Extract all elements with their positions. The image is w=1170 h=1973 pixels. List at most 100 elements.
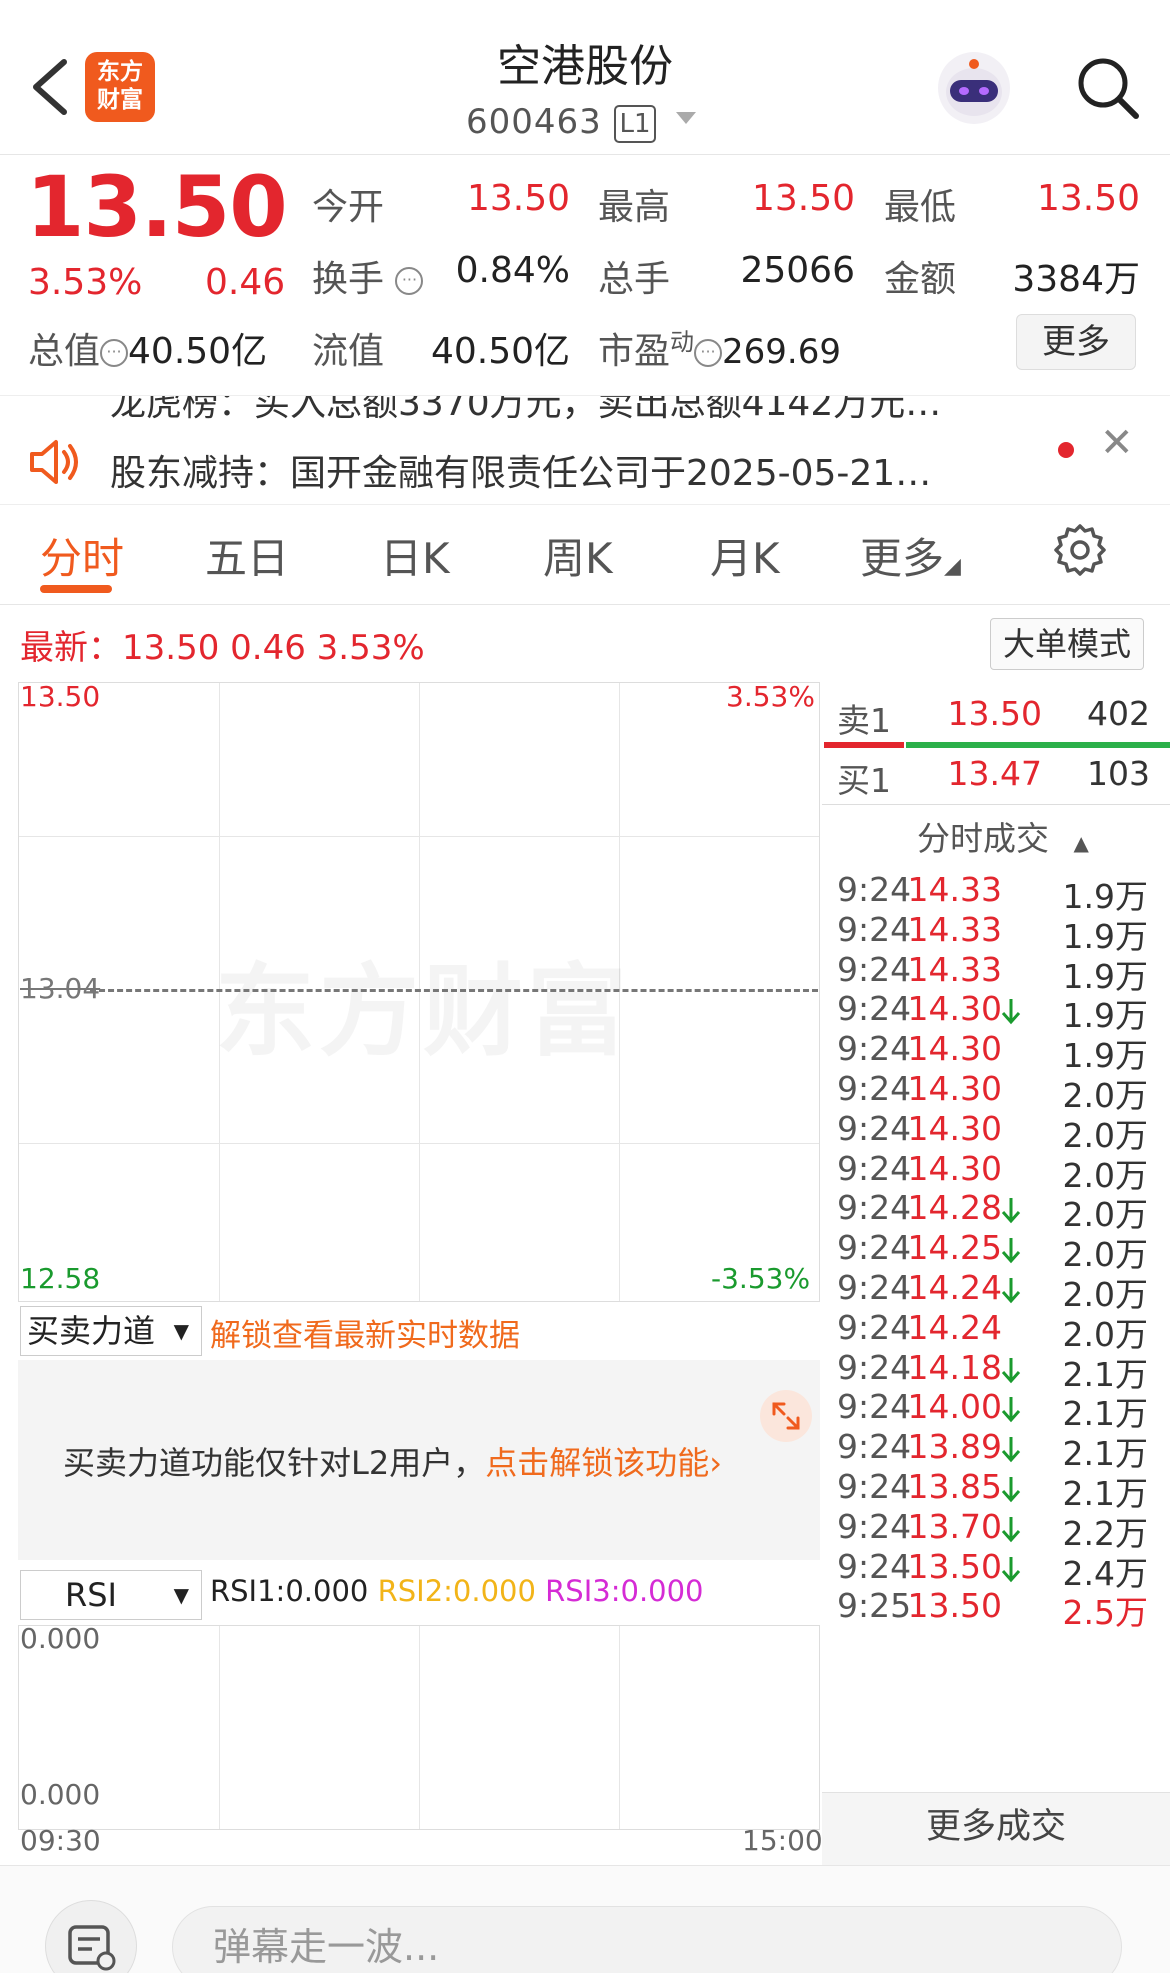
pe-label: 市盈动 ··· 269.69 bbox=[598, 322, 841, 374]
news-ticker[interactable]: 龙虎榜：买入总额3370万元，卖出总额4142万元… 股东减持：国开金融有限责任… bbox=[0, 395, 1170, 505]
mktcap-label: 总值 ··· 40.50亿 bbox=[28, 322, 267, 374]
ticks-header-label: 分时成交 bbox=[917, 819, 1049, 858]
down-arrow-icon bbox=[1001, 1238, 1021, 1264]
open-label: 今开 bbox=[312, 187, 385, 228]
expand-icon[interactable] bbox=[760, 1390, 812, 1442]
rsi2-value: RSI2:0.000 bbox=[377, 1574, 536, 1608]
rsi-select-label: RSI bbox=[65, 1576, 117, 1614]
buy-ratio-bar bbox=[906, 742, 1170, 748]
info-icon[interactable]: ··· bbox=[395, 267, 424, 295]
unlock-realtime-link[interactable]: 解锁查看最新实时数据 bbox=[210, 1310, 520, 1355]
tick-price: 14.30 bbox=[907, 989, 1002, 1029]
tab-intraday[interactable]: 分时 bbox=[40, 525, 124, 586]
tab-five-day[interactable]: 五日 bbox=[205, 525, 289, 586]
danmu-input[interactable]: 弹幕走一波... bbox=[172, 1906, 1122, 1973]
buy1-volume: 103 bbox=[1087, 754, 1150, 793]
amount-label: 金额 bbox=[884, 259, 957, 300]
mktcap-value: 40.50亿 bbox=[128, 331, 268, 372]
level-badge: L1 bbox=[614, 105, 656, 143]
latest-quote-line: 最新：13.50 0.46 3.53% bbox=[20, 628, 425, 668]
more-quote-button[interactable]: 更多 bbox=[1016, 314, 1136, 370]
unlock-feature-link[interactable]: 点击解锁该功能 bbox=[485, 1444, 709, 1482]
turnover-label: 换手 ··· bbox=[312, 250, 424, 302]
rsi1-value: RSI1:0.000 bbox=[210, 1574, 369, 1608]
rsi-chart[interactable] bbox=[18, 1625, 820, 1830]
tick-price: 14.28 bbox=[907, 1188, 1002, 1228]
tick-row: 9:25 13.50 2.5万 bbox=[822, 1586, 1162, 1636]
time-axis-start: 09:30 bbox=[20, 1824, 101, 1857]
rsi-axis-bottom: 0.000 bbox=[20, 1778, 101, 1811]
speaker-icon bbox=[28, 438, 82, 486]
down-arrow-icon bbox=[1001, 1556, 1021, 1582]
search-button[interactable] bbox=[1072, 52, 1142, 122]
big-order-mode-button[interactable]: 大单模式 bbox=[990, 618, 1144, 670]
turnover-value: 0.84% bbox=[455, 250, 570, 291]
caret-down-icon: ▼ bbox=[173, 1319, 189, 1343]
tick-price: 14.30 bbox=[907, 1148, 1002, 1188]
down-arrow-icon bbox=[1001, 1477, 1021, 1503]
tick-price: 14.18 bbox=[907, 1347, 1002, 1387]
pe-superscript: 动 bbox=[670, 328, 695, 356]
order-book-panel: 卖1 13.50 402 买1 13.47 103 分时成交 ▲ 9:24 14.… bbox=[822, 682, 1170, 1867]
sell-ratio-bar bbox=[824, 742, 904, 748]
high-value: 13.50 bbox=[751, 178, 855, 219]
tick-price: 14.24 bbox=[907, 1307, 1002, 1347]
divider bbox=[822, 804, 1170, 805]
sell1-label: 卖1 bbox=[837, 701, 891, 740]
tick-price: 13.89 bbox=[907, 1427, 1002, 1467]
back-button[interactable] bbox=[22, 52, 82, 122]
axis-bottom-price: 12.58 bbox=[20, 1262, 101, 1295]
sell1-price: 13.50 bbox=[947, 694, 1042, 733]
tick-price: 14.33 bbox=[907, 870, 1002, 909]
axis-bottom-percent: -3.53% bbox=[711, 1262, 811, 1295]
time-axis-end: 15:00 bbox=[742, 1824, 823, 1857]
caret-down-icon[interactable] bbox=[676, 112, 696, 124]
watermark: 东方财富 bbox=[215, 930, 631, 1075]
caret-down-icon: ▼ bbox=[173, 1583, 189, 1607]
tab-more[interactable]: 更多◢ bbox=[860, 525, 961, 586]
float-value: 40.50亿 bbox=[430, 331, 570, 372]
down-arrow-icon bbox=[1001, 1516, 1021, 1543]
chevron-right-icon: › bbox=[709, 1444, 723, 1482]
caret-up-icon: ▲ bbox=[1073, 831, 1089, 855]
danmu-settings-icon[interactable] bbox=[45, 1900, 137, 1973]
axis-top-price: 13.50 bbox=[20, 680, 101, 713]
robot-assistant-icon[interactable] bbox=[938, 52, 1010, 124]
tab-weekly-k[interactable]: 周K bbox=[543, 525, 613, 586]
indicator-select-rsi[interactable]: RSI ▼ bbox=[20, 1570, 202, 1620]
chevron-left-icon bbox=[33, 59, 67, 115]
high-label: 最高 bbox=[598, 187, 671, 228]
more-trades-button[interactable]: 更多成交 bbox=[822, 1792, 1170, 1867]
down-arrow-icon bbox=[1001, 999, 1021, 1025]
tick-price: 14.33 bbox=[907, 949, 1002, 989]
down-arrow-icon bbox=[1001, 1198, 1021, 1224]
volume-value: 25066 bbox=[740, 250, 855, 291]
grid-line bbox=[219, 1626, 220, 1829]
ticks-header[interactable]: 分时成交 ▲ bbox=[917, 812, 1089, 860]
tick-price: 13.70 bbox=[907, 1506, 1002, 1546]
low-label: 最低 bbox=[884, 187, 957, 228]
current-price: 13.50 bbox=[26, 158, 288, 256]
tab-more-label: 更多 bbox=[860, 534, 945, 583]
amount-value: 3384万 bbox=[1012, 259, 1140, 300]
bsp-message-text: 买卖力道功能仅针对L2用户， bbox=[63, 1444, 486, 1482]
tick-price: 14.25 bbox=[907, 1228, 1002, 1268]
grid-line bbox=[619, 1626, 620, 1829]
tab-daily-k[interactable]: 日K bbox=[380, 525, 450, 586]
change-percent: 3.53% bbox=[28, 262, 143, 303]
app-logo: 东方 财富 bbox=[85, 52, 155, 122]
down-arrow-icon bbox=[1001, 1397, 1021, 1423]
close-icon[interactable]: ✕ bbox=[1100, 420, 1134, 466]
info-icon[interactable]: ··· bbox=[100, 339, 129, 367]
rsi-axis-top: 0.000 bbox=[20, 1622, 101, 1655]
buy1-price: 13.47 bbox=[947, 754, 1042, 793]
tick-price: 13.50 bbox=[907, 1546, 1002, 1586]
indicator-select-bsp[interactable]: 买卖力道 ▼ bbox=[20, 1306, 202, 1356]
info-icon[interactable]: ··· bbox=[694, 339, 723, 367]
search-icon bbox=[1078, 58, 1139, 119]
prev-close-line bbox=[90, 989, 818, 992]
tab-monthly-k[interactable]: 月K bbox=[710, 525, 780, 586]
open-value: 13.50 bbox=[466, 178, 570, 219]
settings-button[interactable] bbox=[1052, 522, 1108, 578]
stock-code: 600463 bbox=[466, 102, 602, 142]
